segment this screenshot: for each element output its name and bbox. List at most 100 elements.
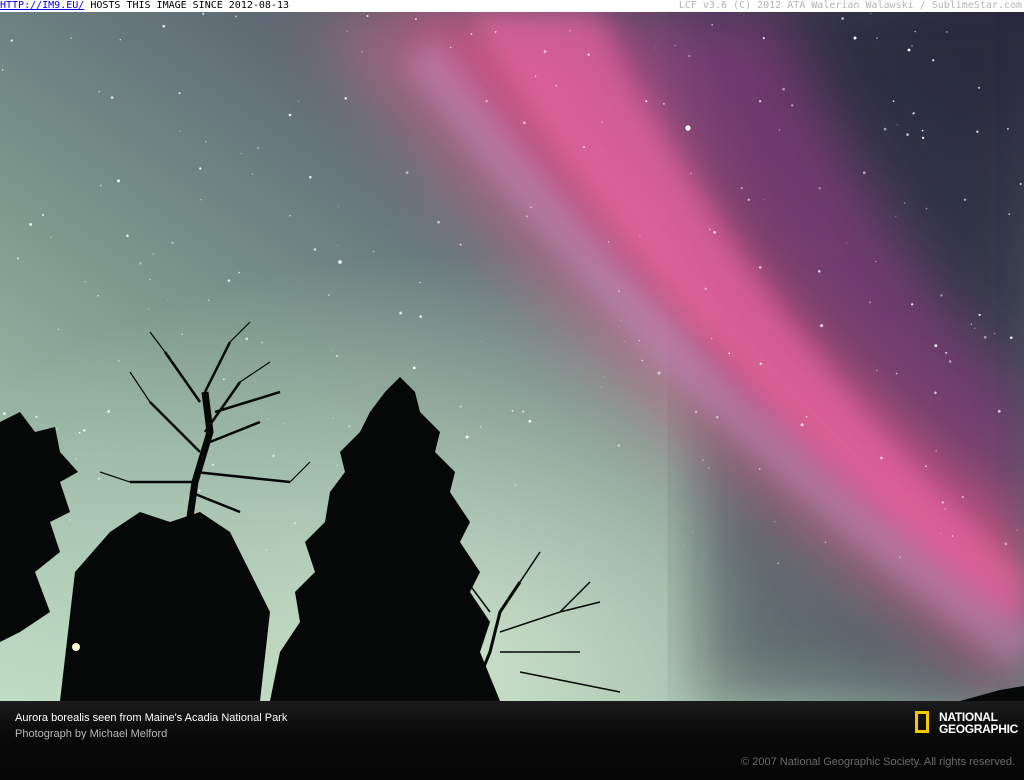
star [961,495,964,499]
star [405,171,409,174]
star [945,351,948,354]
star [805,416,808,418]
star [56,428,58,430]
star [925,465,927,467]
star [540,402,542,404]
star [818,186,821,190]
star [791,104,794,107]
star [470,33,473,35]
star [774,521,776,523]
star [645,100,648,103]
national-geographic-logo: NATIONAL GEOGRAPHIC [915,711,1018,741]
star [688,54,691,58]
star [934,391,937,395]
im9-link[interactable]: HTTP://IM9.EU/ [0,0,84,11]
star [914,30,916,33]
star [874,260,877,263]
star [620,319,622,321]
star [149,278,151,281]
copyright-notice: © 2007 National Geographic Society. All … [741,756,1015,768]
star [1008,213,1011,215]
star [265,549,268,551]
star [674,44,676,47]
star [758,468,761,470]
star [205,141,207,143]
star [117,179,120,183]
star [777,562,780,565]
star [708,228,711,231]
star [511,409,514,412]
star [994,333,996,335]
star [899,556,901,558]
star [251,173,254,175]
star [935,450,937,452]
star [1004,542,1008,546]
star [569,29,571,32]
star [951,535,954,537]
star [117,360,120,362]
photo-title: Aurora borealis seen from Maine's Acadia… [15,712,288,724]
star [330,349,332,351]
star [337,206,339,208]
star [800,423,804,427]
star [529,206,532,209]
bright-star [338,260,342,264]
star [70,37,72,39]
star [257,147,259,149]
star [818,270,821,273]
star [298,100,300,102]
star [1006,127,1009,130]
star [235,15,237,18]
star [903,202,906,204]
star [912,112,915,114]
star [97,477,101,481]
star [337,245,339,247]
star [691,531,693,533]
star [335,354,339,358]
star [50,236,52,238]
star [57,328,60,330]
star [778,129,780,131]
star [758,266,762,269]
star [663,103,665,105]
star [514,484,517,487]
star [763,198,765,200]
star [963,198,967,201]
star [261,341,264,344]
star [974,327,976,329]
star [240,153,242,155]
star [607,240,610,243]
star [740,187,743,190]
star [654,47,656,49]
star [199,167,202,170]
star [152,253,154,255]
star [200,199,202,201]
star [348,425,351,428]
star [876,369,878,372]
star [178,92,181,95]
bright-star [288,113,292,117]
star [332,417,334,419]
star [208,299,210,301]
credit-text: LCF v3.6 (C) 2012 ATA Walerian Walawski … [678,0,1022,11]
star [869,301,872,304]
star [437,220,440,224]
star [978,313,981,316]
aurora-photo [0,12,1024,701]
star [583,146,586,149]
star [820,324,824,328]
star [977,86,981,89]
caption-bar: Aurora borealis seen from Maine's Acadia… [0,701,1024,780]
star [618,290,620,293]
star [528,419,532,423]
star [716,415,719,419]
star [876,37,878,39]
star [465,435,469,439]
star [41,213,44,216]
star [641,359,644,362]
star [747,198,750,201]
star [638,339,641,342]
star [600,386,602,388]
star [682,545,684,546]
star [148,308,150,310]
